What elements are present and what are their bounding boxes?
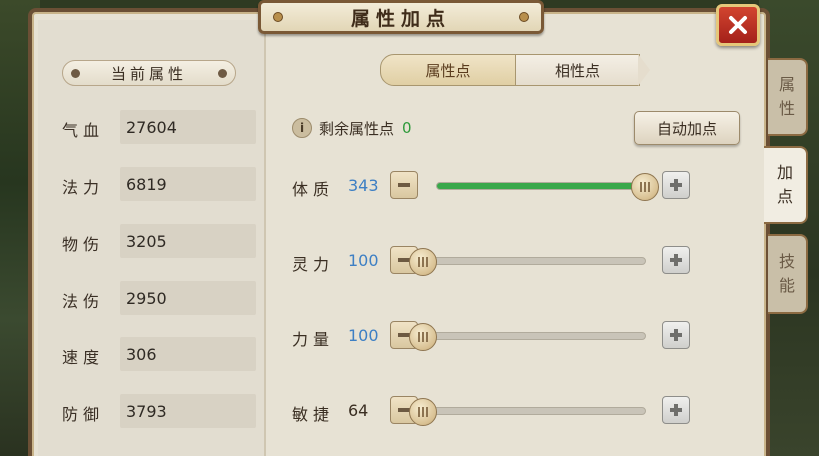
attribute-row-strength: 力量 100 xyxy=(292,321,702,351)
stat-row-hp: 气血 27604 xyxy=(62,110,256,144)
window-title: 属性加点 xyxy=(350,7,451,30)
stat-value: 3793 xyxy=(120,394,256,428)
stat-name: 法力 xyxy=(62,178,105,197)
stat-row-defense: 防御 3793 xyxy=(62,394,256,428)
slider-knob-icon[interactable] xyxy=(409,248,437,276)
current-attributes-header: 当前属性 xyxy=(62,60,236,86)
slider-knob-icon[interactable] xyxy=(409,323,437,351)
increase-button[interactable] xyxy=(662,321,690,349)
stat-row-magic-dmg: 法伤 2950 xyxy=(62,281,256,315)
stat-row-speed: 速度 306 xyxy=(62,337,256,371)
remaining-points-value: 0 xyxy=(402,119,412,137)
attribute-row-agility: 敏捷 64 xyxy=(292,396,702,426)
attribute-slider-fill xyxy=(437,183,645,189)
stat-value: 306 xyxy=(120,337,256,371)
slider-knob-icon[interactable] xyxy=(409,398,437,426)
stat-name: 物伤 xyxy=(62,235,105,254)
remaining-points-label: 剩余属性点 xyxy=(319,119,395,138)
plus-icon xyxy=(670,254,682,266)
ornament-icon xyxy=(273,12,283,22)
attribute-value: 343 xyxy=(348,176,379,195)
stat-name: 防御 xyxy=(62,405,105,424)
close-icon xyxy=(729,16,747,34)
info-icon[interactable]: i xyxy=(292,118,312,138)
stat-name: 法伤 xyxy=(62,292,105,311)
side-tab-attributes[interactable]: 属性 xyxy=(768,58,808,136)
stat-value: 6819 xyxy=(120,167,256,201)
attribute-name: 力量 xyxy=(292,330,335,349)
minus-icon xyxy=(398,183,410,187)
attribute-value: 100 xyxy=(348,326,379,345)
ornament-icon xyxy=(519,12,529,22)
attribute-name: 敏捷 xyxy=(292,405,335,424)
attribute-slider-track[interactable] xyxy=(436,173,659,201)
tab-arrow-decoration xyxy=(638,54,650,86)
window-title-plate: 属性加点 xyxy=(258,0,544,34)
plus-icon xyxy=(670,404,682,416)
side-tab-skills[interactable]: 技能 xyxy=(768,234,808,314)
side-tab-label: 加点 xyxy=(776,163,793,206)
side-tab-add-points[interactable]: 加点 xyxy=(764,146,808,224)
bullet-icon xyxy=(218,69,227,78)
stat-value: 2950 xyxy=(120,281,256,315)
bullet-icon xyxy=(71,69,80,78)
increase-button[interactable] xyxy=(662,246,690,274)
tab-attribute-points[interactable]: 属性点 xyxy=(380,54,516,86)
attribute-row-constitution: 体质 343 xyxy=(292,171,702,201)
stat-value: 27604 xyxy=(120,110,256,144)
remaining-points: i 剩余属性点 0 xyxy=(292,116,412,140)
side-tab-label: 属性 xyxy=(778,75,795,118)
increase-button[interactable] xyxy=(662,171,690,199)
attribute-slider-track[interactable] xyxy=(409,398,646,426)
close-button[interactable] xyxy=(716,4,760,46)
attribute-slider-track[interactable] xyxy=(409,248,646,276)
tab-affinity-points[interactable]: 相性点 xyxy=(516,54,640,86)
slider-knob-icon[interactable] xyxy=(631,173,659,201)
increase-button[interactable] xyxy=(662,396,690,424)
stat-name: 速度 xyxy=(62,348,105,367)
stat-value: 3205 xyxy=(120,224,256,258)
attribute-name: 灵力 xyxy=(292,255,335,274)
plus-icon xyxy=(670,179,682,191)
attribute-slider-track[interactable] xyxy=(409,323,646,351)
attribute-name: 体质 xyxy=(292,180,335,199)
stat-name: 气血 xyxy=(62,121,105,140)
point-type-tabs: 属性点 相性点 xyxy=(380,54,650,86)
auto-allocate-button[interactable]: 自动加点 xyxy=(634,111,740,145)
side-tab-label: 技能 xyxy=(778,252,795,295)
stat-row-mp: 法力 6819 xyxy=(62,167,256,201)
attribute-value: 100 xyxy=(348,251,379,270)
stat-row-phys-dmg: 物伤 3205 xyxy=(62,224,256,258)
decrease-button[interactable] xyxy=(390,171,418,199)
plus-icon xyxy=(670,329,682,341)
attribute-value: 64 xyxy=(348,401,369,420)
attribute-row-spirit: 灵力 100 xyxy=(292,246,702,276)
current-attributes-title: 当前属性 xyxy=(110,64,187,83)
